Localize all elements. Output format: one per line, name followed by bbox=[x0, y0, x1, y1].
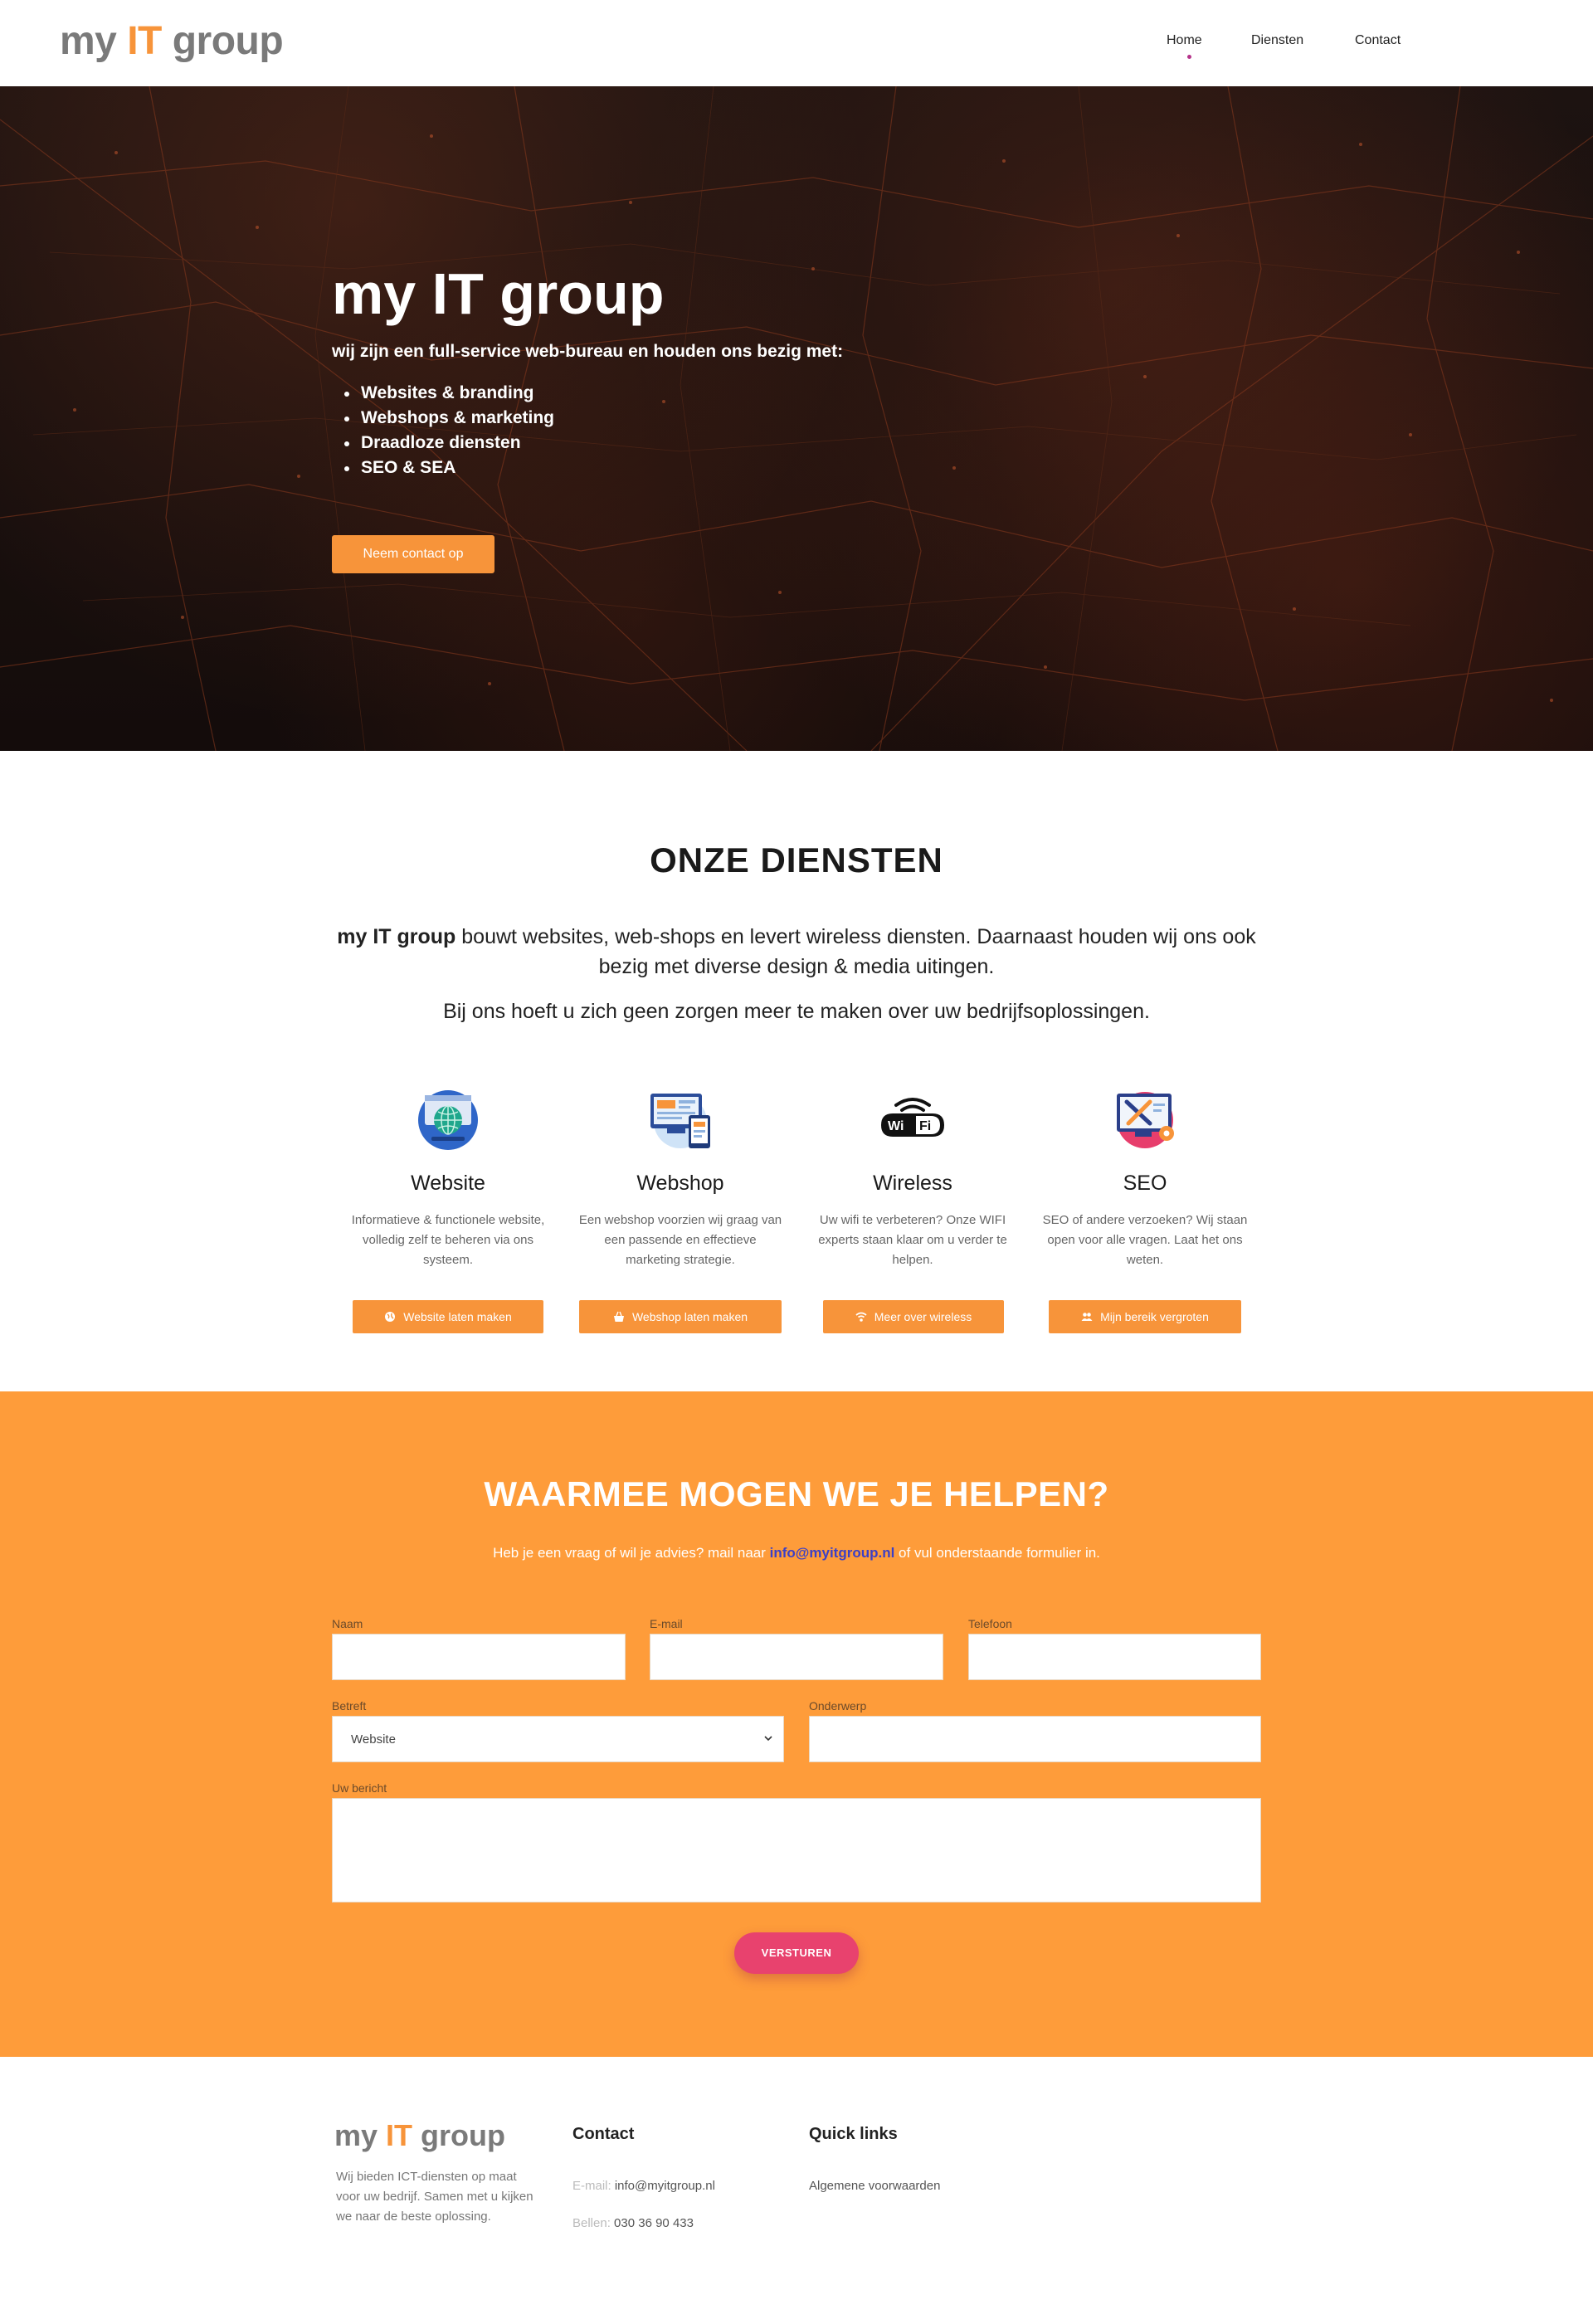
seo-reach-button[interactable]: Mijn bereik vergroten bbox=[1049, 1300, 1241, 1333]
service-title: Webshop bbox=[636, 1172, 724, 1195]
nav-link-home[interactable]: Home bbox=[1167, 33, 1202, 48]
seo-monitor-tools-icon bbox=[1112, 1087, 1178, 1153]
list-item: SEO & SEA bbox=[344, 456, 554, 480]
service-title: SEO bbox=[1123, 1172, 1167, 1195]
users-icon bbox=[1081, 1313, 1093, 1321]
wireless-info-button[interactable]: Meer over wireless bbox=[823, 1300, 1004, 1333]
svg-text:Fi: Fi bbox=[919, 1119, 931, 1133]
webshop-order-button[interactable]: Webshop laten maken bbox=[579, 1300, 782, 1333]
email-label: E-mail bbox=[650, 1617, 683, 1630]
top-navbar: my IT group Home Diensten Contact bbox=[0, 0, 1593, 86]
onderwerp-label: Onderwerp bbox=[809, 1699, 867, 1713]
website-order-button[interactable]: Website laten maken bbox=[353, 1300, 543, 1333]
services-heading: ONZE DIENSTEN bbox=[650, 840, 943, 879]
telefoon-label: Telefoon bbox=[968, 1617, 1012, 1630]
bericht-textarea[interactable] bbox=[332, 1798, 1261, 1903]
active-indicator bbox=[1187, 55, 1191, 59]
footer-contact-heading: Contact bbox=[572, 2125, 635, 2143]
footer-phone: Bellen: 030 36 90 433 bbox=[572, 2216, 694, 2230]
services-intro-secondary: Bij ons hoeft u zich geen zorgen meer te… bbox=[443, 1000, 1150, 1023]
list-item: Websites & branding bbox=[344, 381, 554, 406]
telefoon-input[interactable] bbox=[968, 1634, 1261, 1680]
submit-button[interactable]: VERSTUREN bbox=[734, 1932, 859, 1974]
service-title: Wireless bbox=[873, 1172, 952, 1195]
list-item: Webshops & marketing bbox=[344, 406, 554, 431]
footer-logo[interactable]: my IT group bbox=[334, 2118, 505, 2153]
contact-email-link[interactable]: info@myitgroup.nl bbox=[770, 1545, 895, 1561]
service-title: Website bbox=[411, 1172, 485, 1195]
email-input[interactable] bbox=[650, 1634, 943, 1680]
service-description: Een webshop voorzien wij graag van een p… bbox=[578, 1213, 782, 1267]
betreft-select[interactable]: Website bbox=[332, 1716, 784, 1762]
svg-text:Wi: Wi bbox=[888, 1119, 904, 1133]
globe-icon bbox=[385, 1312, 396, 1322]
footer-phone-link[interactable]: 030 36 90 433 bbox=[614, 2216, 694, 2230]
footer-link-algemene-voorwaarden[interactable]: Algemene voorwaarden bbox=[809, 2179, 940, 2193]
wireless-wifi-logo-icon: Wi Fi bbox=[879, 1087, 946, 1153]
service-card-seo: SEO SEO of andere verzoeken? Wij staan o… bbox=[1037, 1087, 1253, 1333]
services-intro: my IT group bouwt websites, web-shops en… bbox=[337, 925, 1256, 978]
service-description: Uw wifi te verbeteren? Onze WIFI experts… bbox=[818, 1213, 1007, 1267]
hero-service-list: Websites & branding Webshops & marketing… bbox=[344, 381, 554, 480]
onderwerp-input[interactable] bbox=[809, 1716, 1261, 1762]
footer-about-text: Wij bieden ICT-diensten op maat voor uw … bbox=[336, 2170, 533, 2224]
contact-section: WAARMEE MOGEN WE JE HELPEN? Heb je een v… bbox=[0, 1391, 1593, 2057]
hero-section: my IT group wij zijn een full-service we… bbox=[0, 86, 1593, 751]
website-globe-icon bbox=[415, 1087, 481, 1153]
nav-link-diensten[interactable]: Diensten bbox=[1251, 33, 1303, 48]
footer-quick-links-heading: Quick links bbox=[809, 2125, 898, 2143]
service-card-webshop: Webshop Een webshop voorzien wij graag v… bbox=[572, 1087, 788, 1333]
webshop-devices-icon bbox=[647, 1087, 714, 1153]
hero-city-lights-background bbox=[0, 86, 1593, 751]
naam-label: Naam bbox=[332, 1617, 363, 1630]
service-card-website: Website Informatieve & functionele websi… bbox=[340, 1087, 556, 1333]
wifi-icon bbox=[855, 1312, 867, 1322]
service-description: SEO of andere verzoeken? Wij staan open … bbox=[1042, 1213, 1248, 1267]
contact-heading: WAARMEE MOGEN WE JE HELPEN? bbox=[484, 1474, 1109, 1513]
betreft-selected-value: Website bbox=[351, 1732, 396, 1747]
service-card-wireless: Wi Fi Wireless Uw wifi te verbeteren? On… bbox=[805, 1087, 1021, 1333]
betreft-label: Betreft bbox=[332, 1699, 367, 1713]
list-item: Draadloze diensten bbox=[344, 431, 554, 456]
hero-title: my IT group bbox=[332, 261, 665, 326]
footer-email: E-mail: info@myitgroup.nl bbox=[572, 2179, 715, 2193]
service-description: Informatieve & functionele website, voll… bbox=[351, 1213, 545, 1267]
nav-link-contact[interactable]: Contact bbox=[1355, 33, 1401, 48]
naam-input[interactable] bbox=[332, 1634, 626, 1680]
contact-subtitle: Heb je een vraag of wil je advies? mail … bbox=[493, 1545, 1100, 1561]
bericht-label: Uw bericht bbox=[332, 1781, 387, 1795]
hero-subtitle: wij zijn een full-service web-bureau en … bbox=[332, 342, 844, 361]
site-logo[interactable]: my IT group bbox=[60, 18, 284, 64]
chevron-down-icon bbox=[764, 1736, 772, 1742]
shopping-basket-icon bbox=[613, 1311, 624, 1322]
contact-cta-button[interactable]: Neem contact op bbox=[332, 535, 494, 573]
footer-email-link[interactable]: info@myitgroup.nl bbox=[615, 2179, 715, 2193]
